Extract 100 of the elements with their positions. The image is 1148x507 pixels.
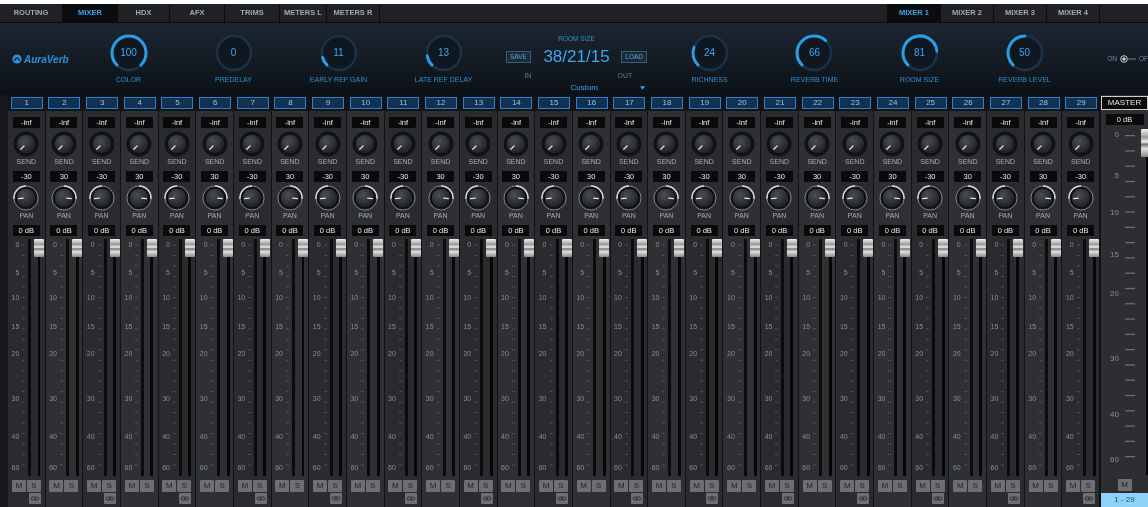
mute-button[interactable]: M <box>11 480 26 492</box>
solo-button[interactable]: S <box>328 480 343 492</box>
knob-dial[interactable] <box>108 32 149 73</box>
mute-button[interactable]: M <box>539 480 553 492</box>
pan-knob[interactable] <box>653 185 680 211</box>
solo-button[interactable]: S <box>855 480 870 492</box>
solo-button[interactable]: S <box>478 480 493 492</box>
fader-handle[interactable] <box>636 239 647 257</box>
fader-handle[interactable] <box>34 239 45 257</box>
mute-button[interactable]: M <box>463 480 478 492</box>
solo-button[interactable]: S <box>817 480 832 492</box>
mute-button[interactable]: M <box>313 480 328 492</box>
fader-handle[interactable] <box>825 239 836 257</box>
link-icon[interactable] <box>631 493 644 504</box>
fader-handle[interactable] <box>297 239 308 257</box>
fader-handle[interactable] <box>72 239 82 257</box>
fader-handle[interactable] <box>787 239 798 257</box>
mute-button[interactable]: M <box>764 480 779 492</box>
range-button[interactable]: 1 - 29 <box>1101 493 1148 507</box>
link-icon[interactable] <box>329 493 342 504</box>
pan-knob[interactable] <box>578 185 605 211</box>
pan-knob[interactable] <box>201 185 228 211</box>
mute-button[interactable]: M <box>652 480 666 492</box>
pan-knob[interactable] <box>841 185 868 211</box>
fader-handle[interactable] <box>862 239 873 257</box>
pan-knob[interactable] <box>427 185 454 211</box>
link-icon[interactable] <box>480 493 493 504</box>
link-icon[interactable] <box>28 493 41 504</box>
pan-knob[interactable] <box>13 185 40 211</box>
link-icon[interactable] <box>857 493 870 504</box>
mute-button[interactable]: M <box>877 480 892 492</box>
solo-button[interactable]: S <box>139 480 154 492</box>
solo-button[interactable]: S <box>667 480 681 492</box>
solo-button[interactable]: S <box>591 480 606 492</box>
solo-button[interactable]: S <box>968 480 983 492</box>
link-icon[interactable] <box>103 493 116 504</box>
knob-dial[interactable] <box>689 32 730 73</box>
link-icon[interactable] <box>254 493 267 504</box>
mute-button[interactable]: M <box>426 480 441 492</box>
mute-button[interactable]: M <box>689 480 704 492</box>
pan-knob[interactable] <box>954 185 981 211</box>
mute-button[interactable]: M <box>501 480 516 492</box>
mute-button[interactable]: M <box>727 480 742 492</box>
fader-handle[interactable] <box>712 239 723 257</box>
power-toggle[interactable] <box>1119 55 1136 63</box>
fader-handle[interactable] <box>900 239 911 257</box>
link-icon[interactable] <box>1007 493 1020 504</box>
mute-button[interactable]: M <box>614 480 629 492</box>
pan-knob[interactable] <box>728 185 755 211</box>
fader-handle[interactable] <box>975 239 986 257</box>
mute-button[interactable]: M <box>1117 479 1132 491</box>
fader-handle[interactable] <box>1013 239 1024 257</box>
fader-handle[interactable] <box>184 239 195 257</box>
fader-handle[interactable] <box>1088 239 1099 257</box>
link-icon[interactable] <box>781 493 794 504</box>
knob-dial[interactable] <box>794 32 835 73</box>
solo-button[interactable]: S <box>102 480 117 492</box>
link-icon[interactable] <box>932 493 945 504</box>
fader-handle[interactable] <box>523 239 534 257</box>
link-icon[interactable] <box>706 493 719 504</box>
fader-handle[interactable] <box>561 239 572 257</box>
mute-button[interactable]: M <box>124 480 139 492</box>
mute-button[interactable]: M <box>237 480 252 492</box>
preset-dropdown[interactable]: Custom <box>506 82 647 95</box>
solo-button[interactable]: S <box>892 480 907 492</box>
pan-knob[interactable] <box>352 185 379 211</box>
mute-button[interactable]: M <box>915 480 930 492</box>
mute-button[interactable]: M <box>802 480 817 492</box>
solo-button[interactable]: S <box>441 480 456 492</box>
pan-knob[interactable] <box>992 185 1019 211</box>
mute-button[interactable]: M <box>953 480 968 492</box>
mute-button[interactable]: M <box>576 480 591 492</box>
pan-knob[interactable] <box>239 185 266 211</box>
solo-button[interactable]: S <box>554 480 568 492</box>
pan-knob[interactable] <box>1030 185 1057 211</box>
solo-button[interactable]: S <box>26 480 41 492</box>
knob-dial[interactable] <box>899 32 940 73</box>
fader-handle[interactable] <box>486 239 497 257</box>
pan-knob[interactable] <box>163 185 190 211</box>
pan-knob[interactable] <box>540 185 567 211</box>
pan-knob[interactable] <box>314 185 341 211</box>
solo-button[interactable]: S <box>704 480 719 492</box>
pan-knob[interactable] <box>389 185 416 211</box>
fader-handle[interactable] <box>335 239 346 257</box>
pan-knob[interactable] <box>88 185 115 211</box>
solo-button[interactable]: S <box>1005 480 1020 492</box>
knob-dial[interactable] <box>1004 32 1045 73</box>
fader-handle[interactable] <box>109 239 120 257</box>
fader-handle[interactable] <box>222 239 233 257</box>
mute-button[interactable]: M <box>1066 480 1081 492</box>
fader-handle[interactable] <box>938 239 949 257</box>
mute-button[interactable]: M <box>200 480 215 492</box>
pan-knob[interactable] <box>276 185 303 211</box>
mute-button[interactable]: M <box>388 480 403 492</box>
fader-handle[interactable] <box>674 239 685 257</box>
pan-knob[interactable] <box>51 185 77 211</box>
mute-button[interactable]: M <box>350 480 365 492</box>
fader-handle[interactable] <box>260 239 271 257</box>
pan-knob[interactable] <box>1067 185 1094 211</box>
solo-button[interactable]: S <box>215 480 230 492</box>
